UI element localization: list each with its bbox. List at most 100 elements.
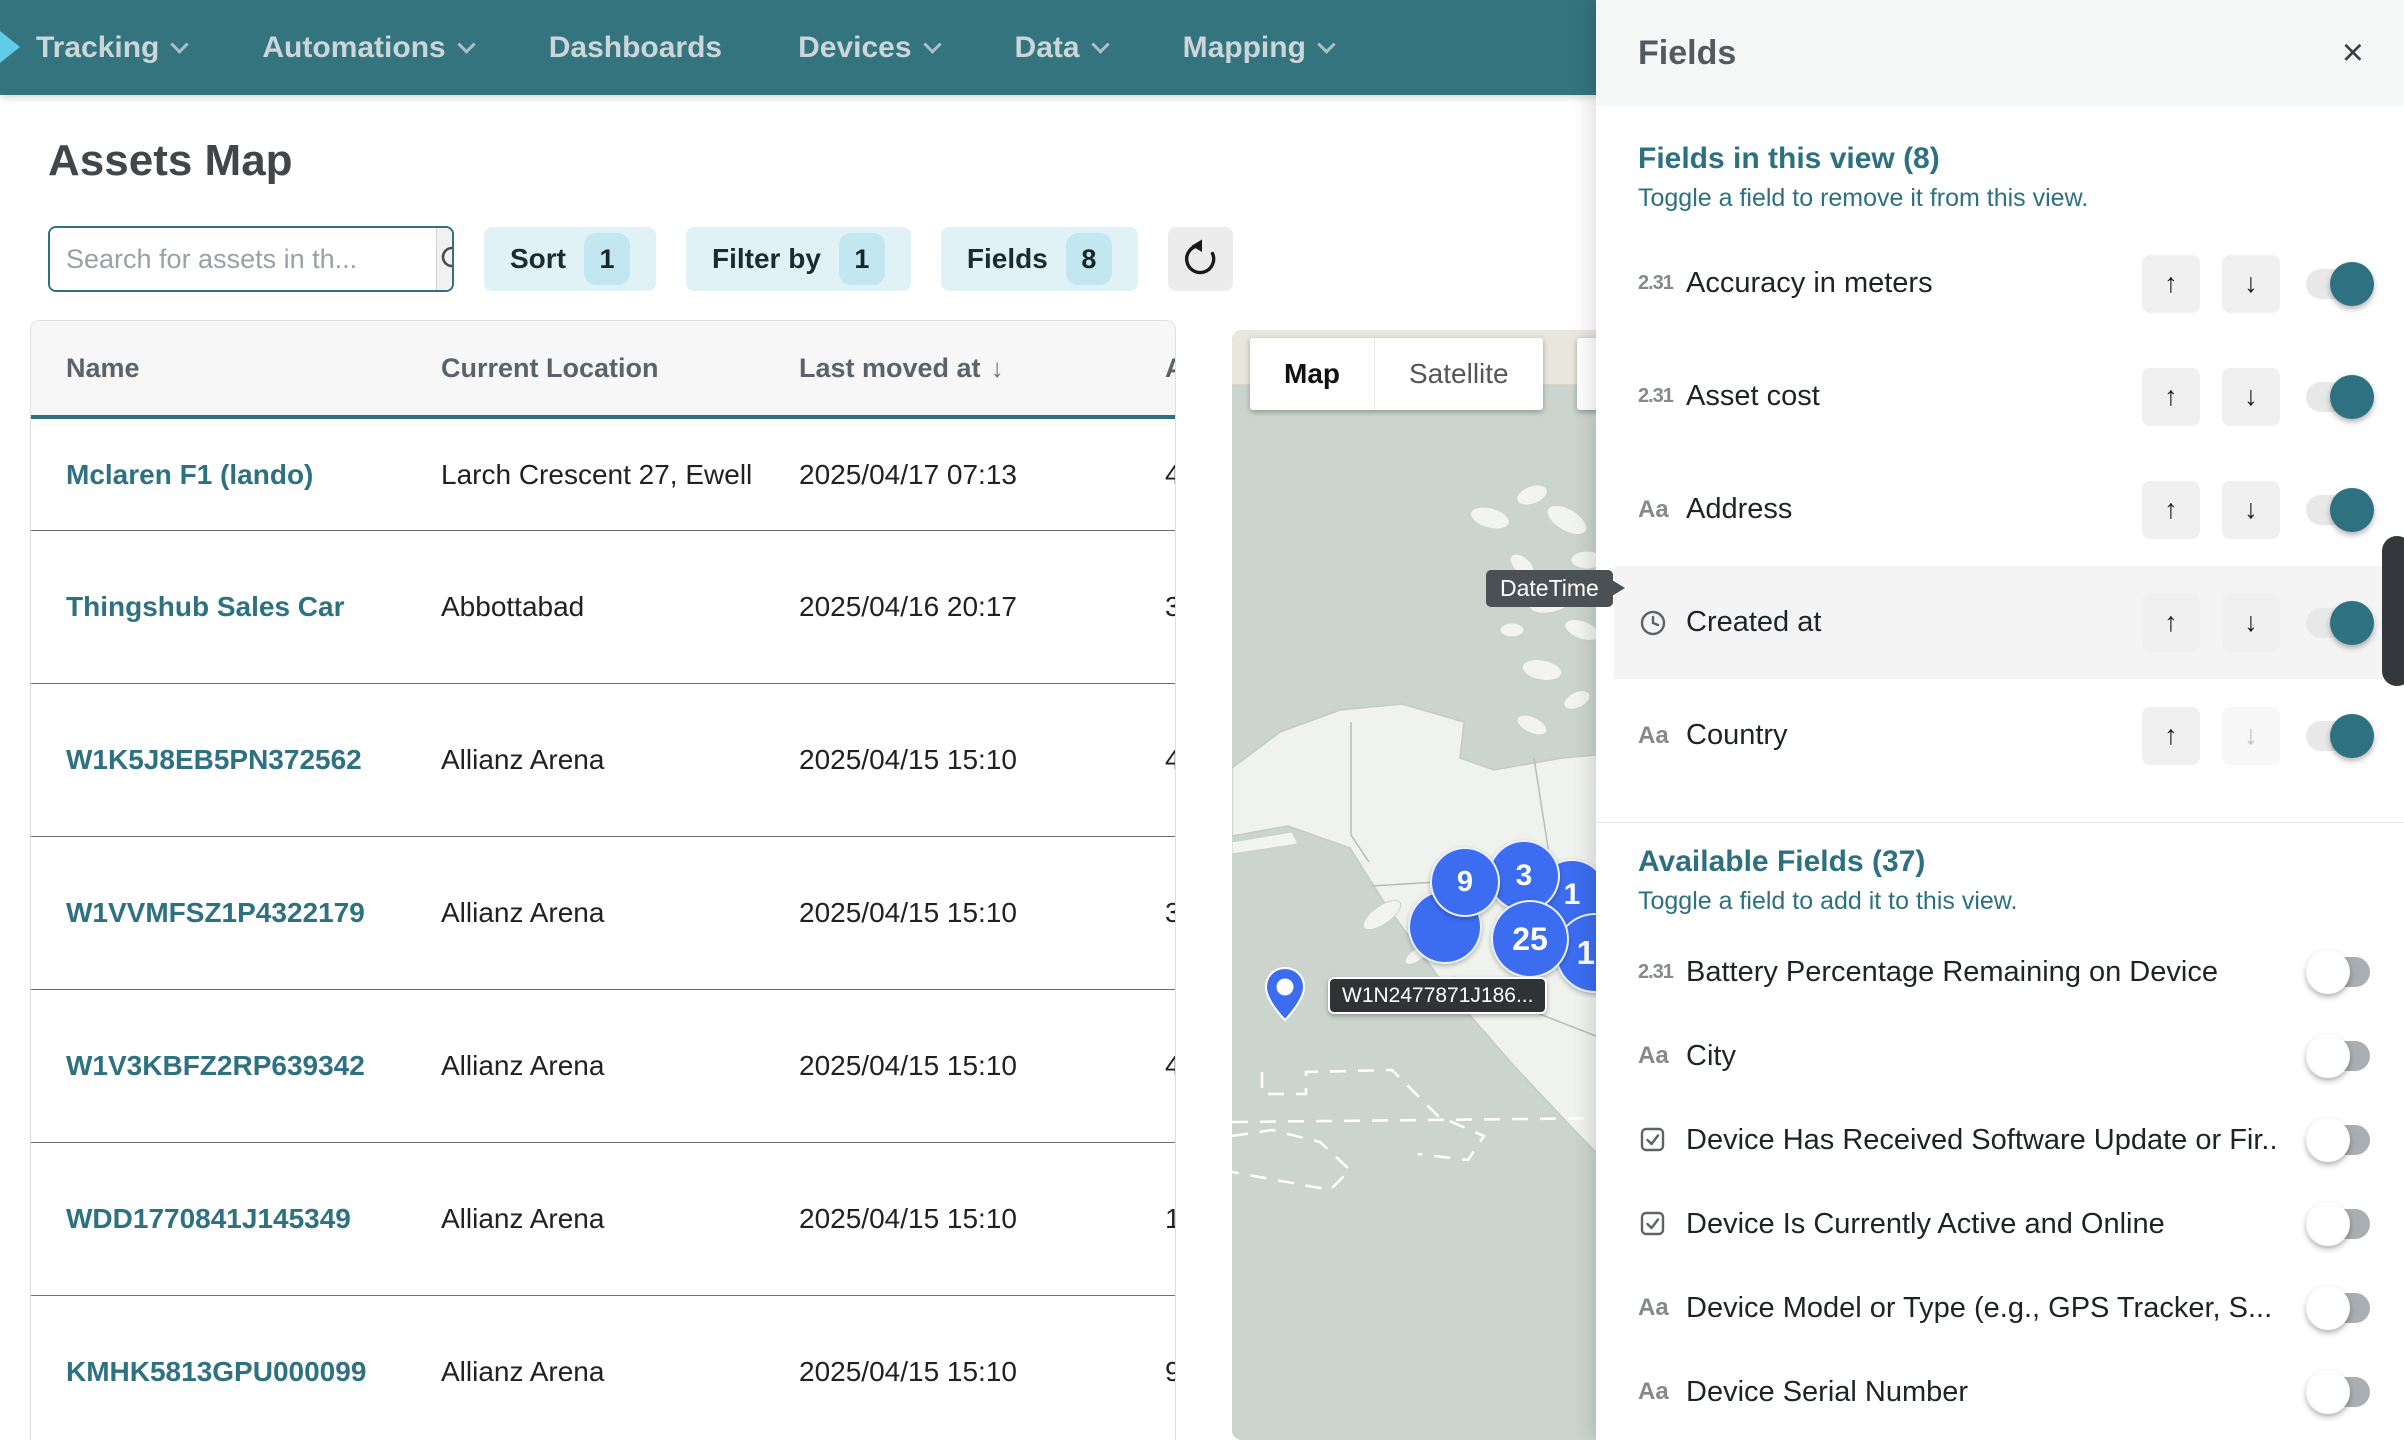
map-type-satellite[interactable]: Satellite <box>1374 338 1543 410</box>
toggle-on[interactable] <box>2306 261 2374 307</box>
field-row: Device Has Received Software Update or F… <box>1638 1098 2374 1182</box>
search-icon <box>437 242 454 276</box>
move-field-down-button: ↓ <box>2222 707 2280 765</box>
table-row: WDD1770841J145349Allianz Arena2025/04/15… <box>31 1143 1175 1296</box>
toggle-on[interactable] <box>2306 600 2374 646</box>
field-label: Battery Percentage Remaining on Device <box>1686 956 2280 989</box>
table-row: W1V3KBFZ2RP639342Allianz Arena2025/04/15… <box>31 990 1175 1143</box>
move-field-down-button[interactable]: ↓ <box>2222 481 2280 539</box>
column-header-label: A <box>1165 353 1176 384</box>
nav-item-dashboards[interactable]: Dashboards <box>549 31 722 65</box>
sort-button[interactable]: Sort 1 <box>484 227 656 291</box>
search-button[interactable] <box>436 228 454 290</box>
field-label: City <box>1686 1040 2280 1073</box>
asset-accuracy-value: 3 <box>1165 591 1176 623</box>
move-field-up-button[interactable]: ↑ <box>2142 481 2200 539</box>
chevron-down-icon <box>1317 35 1335 53</box>
table-row: W1K5J8EB5PN372562Allianz Arena2025/04/15… <box>31 684 1175 837</box>
move-field-down-button[interactable]: ↓ <box>2222 368 2280 426</box>
column-header-0[interactable]: Name <box>66 353 441 384</box>
map-type-map[interactable]: Map <box>1250 338 1374 410</box>
nav-item-data[interactable]: Data <box>1015 31 1107 65</box>
toggle-off[interactable] <box>2306 1285 2374 1331</box>
asset-location: Allianz Arena <box>441 897 799 929</box>
text-type-icon: Aa <box>1638 496 1686 524</box>
refresh-button[interactable] <box>1168 227 1233 291</box>
column-header-1[interactable]: Current Location <box>441 353 799 384</box>
fields-panel-header: Fields × <box>1596 0 2404 106</box>
nav-item-devices[interactable]: Devices <box>798 31 938 65</box>
nav-item-automations[interactable]: Automations <box>262 31 472 65</box>
field-label: Device Has Received Software Update or F… <box>1686 1124 2280 1157</box>
toggle-on[interactable] <box>2306 487 2374 533</box>
move-field-up-button[interactable]: ↑ <box>2142 368 2200 426</box>
map-cluster-marker[interactable]: 9 <box>1430 847 1500 917</box>
table-body: Mclaren F1 (lando)Larch Crescent 27, Ewe… <box>31 419 1175 1440</box>
fields-panel-body: Fields in this view (8) Toggle a field t… <box>1596 106 2404 1440</box>
asset-last-moved: 2025/04/17 07:13 <box>799 459 1165 491</box>
in-view-heading: Fields in this view (8) <box>1638 142 2374 176</box>
toggle-knob <box>2306 1370 2350 1414</box>
move-field-up-button[interactable]: ↑ <box>2142 707 2200 765</box>
in-view-field-list: 2.31Accuracy in meters↑↓2.31Asset cost↑↓… <box>1638 227 2374 792</box>
datetime-type-icon <box>1638 608 1686 638</box>
fields-label: Fields <box>967 243 1048 275</box>
asset-location: Abbottabad <box>441 591 799 623</box>
asset-location: Larch Crescent 27, Ewell <box>441 459 799 491</box>
asset-name-link[interactable]: KMHK5813GPU000099 <box>66 1356 441 1388</box>
toggle-off[interactable] <box>2306 949 2374 995</box>
text-type-glyph: Aa <box>1638 1378 1669 1406</box>
column-header-2[interactable]: Last moved at↓ <box>799 353 1165 384</box>
asset-last-moved: 2025/04/16 20:17 <box>799 591 1165 623</box>
field-row: 2.31Asset cost↑↓ <box>1638 340 2374 453</box>
nav-item-tracking[interactable]: Tracking <box>36 31 186 65</box>
refresh-icon <box>1180 239 1220 279</box>
number-type-glyph: 2.31 <box>1638 961 1673 984</box>
move-field-down-button[interactable]: ↓ <box>2222 594 2280 652</box>
toggle-on[interactable] <box>2306 374 2374 420</box>
asset-name-link[interactable]: W1V3KBFZ2RP639342 <box>66 1050 441 1082</box>
column-header-3[interactable]: A <box>1165 353 1176 384</box>
text-type-icon: Aa <box>1638 1294 1686 1322</box>
asset-location: Allianz Arena <box>441 1050 799 1082</box>
search-input[interactable] <box>50 228 436 290</box>
close-icon[interactable]: × <box>2342 34 2364 72</box>
toggle-off[interactable] <box>2306 1117 2374 1163</box>
asset-last-moved: 2025/04/15 15:10 <box>799 744 1165 776</box>
asset-search <box>48 226 454 292</box>
nav-collapse-arrow-icon[interactable] <box>0 31 20 63</box>
text-type-icon: Aa <box>1638 1042 1686 1070</box>
toggle-off[interactable] <box>2306 1201 2374 1247</box>
move-field-down-button[interactable]: ↓ <box>2222 255 2280 313</box>
asset-name-link[interactable]: W1K5J8EB5PN372562 <box>66 744 441 776</box>
asset-accuracy-value: 9 <box>1165 1356 1176 1388</box>
nav-item-mapping[interactable]: Mapping <box>1183 31 1333 65</box>
move-field-up-button[interactable]: ↑ <box>2142 594 2200 652</box>
asset-name-link[interactable]: Mclaren F1 (lando) <box>66 459 441 491</box>
asset-name-link[interactable]: W1VVMFSZ1P4322179 <box>66 897 441 929</box>
nav-item-label: Mapping <box>1183 31 1306 65</box>
field-row: 2.31 Battery Percentage Remaining on Devi… <box>1638 930 2374 1014</box>
table-row: W1VVMFSZ1P4322179Allianz Arena2025/04/15… <box>31 837 1175 990</box>
section-divider <box>1596 822 2404 823</box>
toggle-knob <box>2306 1202 2350 1246</box>
move-field-up-button[interactable]: ↑ <box>2142 255 2200 313</box>
available-heading: Available Fields (37) <box>1638 845 2374 879</box>
scrollbar-thumb[interactable] <box>2382 536 2404 686</box>
filter-button[interactable]: Filter by 1 <box>686 227 911 291</box>
toggle-off[interactable] <box>2306 1033 2374 1079</box>
map-cluster-marker[interactable]: 25 <box>1491 900 1569 978</box>
asset-accuracy-value: 3 <box>1165 897 1176 929</box>
field-row: AaDevice Serial Number <box>1638 1350 2374 1434</box>
asset-name-link[interactable]: WDD1770841J145349 <box>66 1203 441 1235</box>
fields-button[interactable]: Fields 8 <box>941 227 1138 291</box>
boolean-type-icon <box>1638 1125 1686 1155</box>
asset-last-moved: 2025/04/15 15:10 <box>799 1050 1165 1082</box>
field-row: Device Is Currently Active and Online <box>1638 1182 2374 1266</box>
checkbox-icon <box>1638 1209 1668 1239</box>
nav-item-label: Devices <box>798 31 911 65</box>
asset-name-link[interactable]: Thingshub Sales Car <box>66 591 441 623</box>
fields-panel-title: Fields <box>1638 34 2342 73</box>
toggle-on[interactable] <box>2306 713 2374 759</box>
toggle-off[interactable] <box>2306 1369 2374 1415</box>
